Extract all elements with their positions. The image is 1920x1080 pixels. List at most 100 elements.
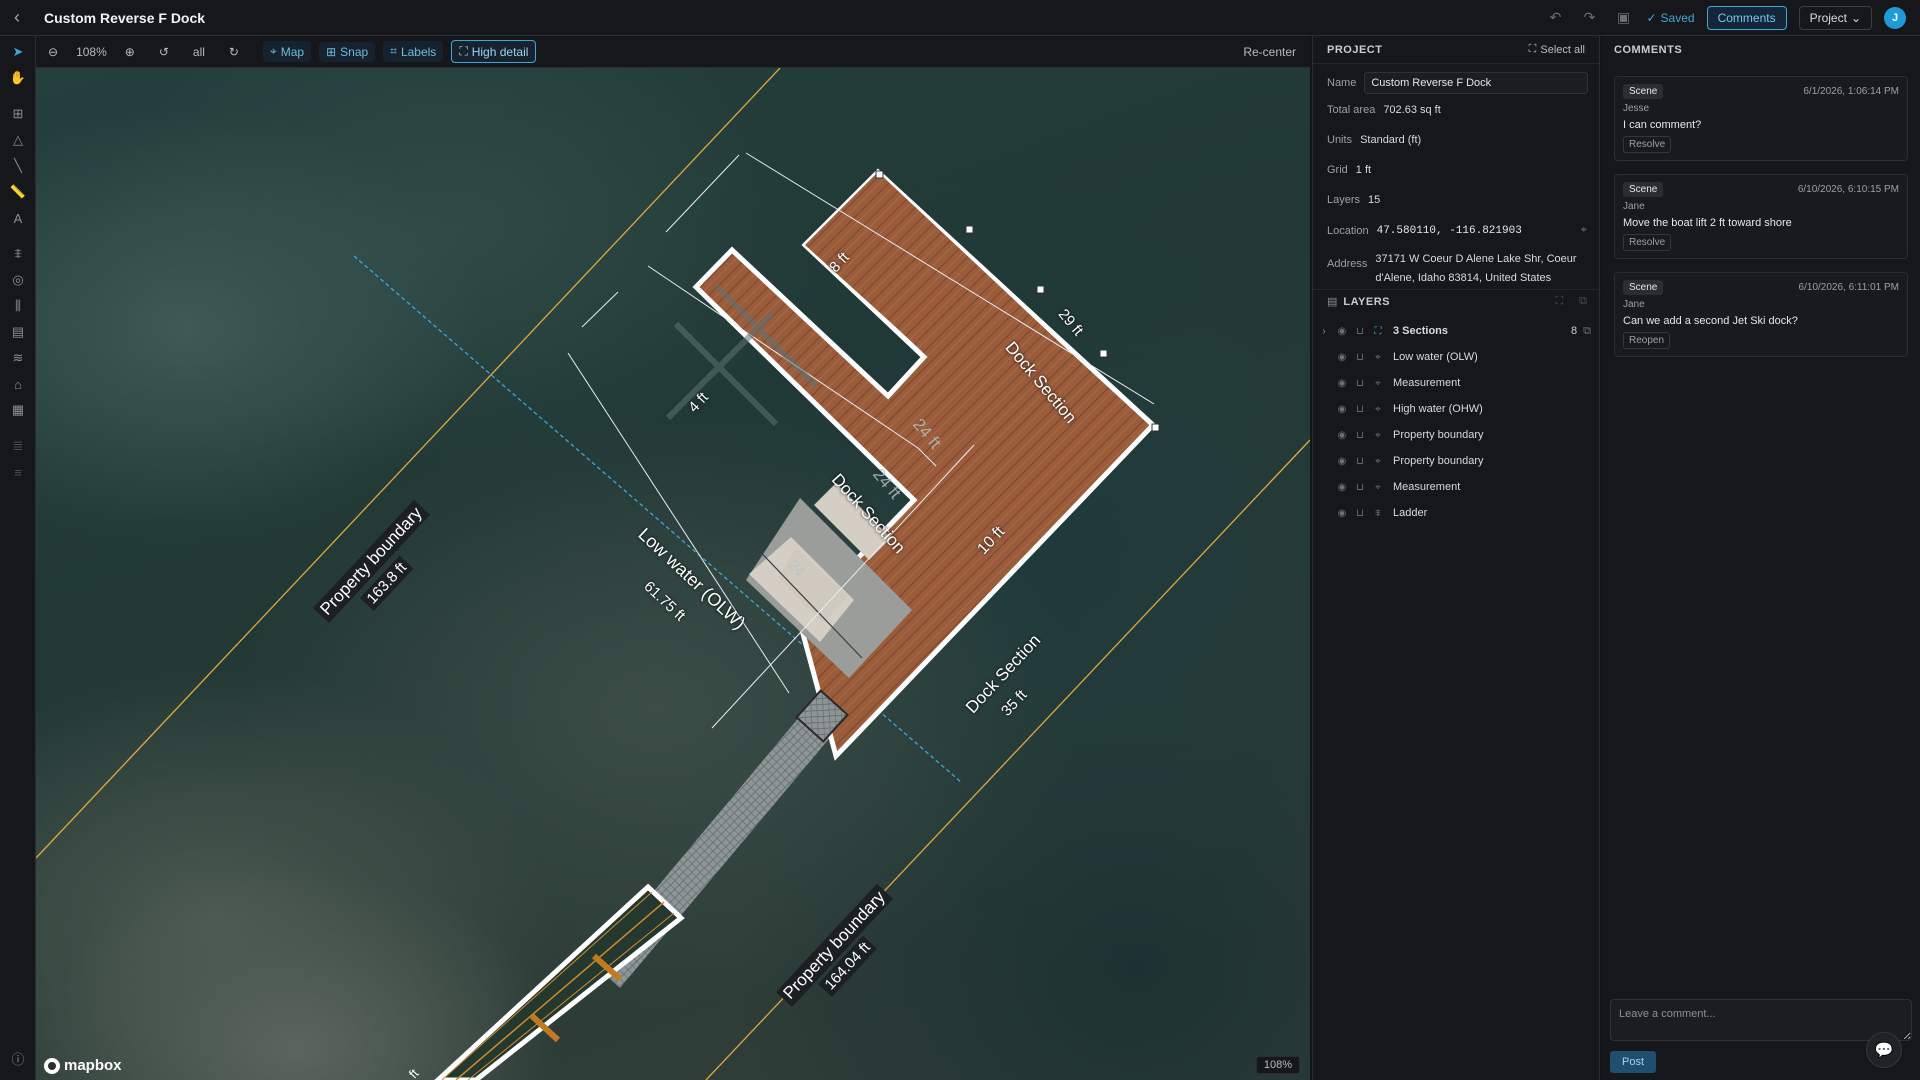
lock-icon[interactable]: ⊔ [1351,404,1369,415]
lock-icon[interactable]: ⊔ [1351,326,1369,337]
comment-text: I can comment? [1623,119,1702,131]
project-panel-header: PROJECT ⛶ Select all [1313,36,1599,64]
add-shape-icon[interactable]: ⊞ [8,104,28,124]
text-tool-icon[interactable]: A [8,208,28,228]
comment-card[interactable]: Scene 6/1/2026, 1:06:14 PM Jesse I can comm… [1614,76,1908,161]
layer-row[interactable]: ◉ ⊔ ⌖ Measurement [1313,370,1601,396]
project-title: Custom Reverse F Dock [44,9,206,26]
layer-group-row[interactable]: › ◉ ⊔ ⛶ 3 Sections 8 ⧉ [1313,318,1601,344]
group-options-icon[interactable]: ⧉ [1583,325,1601,338]
lock-icon[interactable]: ⊔ [1351,352,1369,363]
save-icon[interactable]: ▣ [1612,7,1634,29]
lock-icon[interactable]: ⊔ [1351,456,1369,467]
pin-icon: ⌖ [1375,403,1381,415]
layer-row[interactable]: ◉ ⊔ ⩨ Ladder [1313,500,1601,526]
comment-input[interactable] [1610,999,1912,1041]
map-canvas[interactable]: Dock Section 29 ft 8 ft Dock Section 4 f… [36,68,1310,1080]
top-bar: ‹ Custom Reverse F Dock ↶ ↷ ▣ ✓ Saved Co… [0,0,1920,36]
comment-author: Jesse [1623,103,1650,114]
scope-all[interactable]: all [193,45,205,59]
gangway[interactable] [434,883,685,1080]
comments-heading: COMMENTS [1614,44,1683,56]
layer-row[interactable]: ◉ ⊔ ⌖ High water (OHW) [1313,396,1601,422]
eye-icon[interactable]: ◉ [1333,378,1351,389]
eye-icon[interactable]: ◉ [1333,430,1351,441]
lock-icon[interactable]: ⊔ [1351,430,1369,441]
high-detail-toggle[interactable]: ⛶ High detail [451,40,537,63]
layer-ungroup-icon[interactable]: ⧉ [1579,295,1587,308]
pin-icon: ⌖ [1375,351,1381,363]
tag-icon: ⌗ [390,44,397,58]
map-toggle[interactable]: ⌖ Map [262,41,312,62]
mapbox-logo: mapbox [44,1057,122,1074]
info-icon[interactable]: ⓘ [8,1048,28,1068]
select-all-button[interactable]: ⛶ Select all [1529,43,1585,56]
eye-icon[interactable]: ◉ [1333,404,1351,415]
settings-lines-icon[interactable]: ≡ [8,462,28,482]
lock-icon[interactable]: ⊔ [1351,482,1369,493]
comment-date: 6/10/2026, 6:11:01 PM [1798,282,1899,293]
pin-icon: ⌖ [1375,429,1381,441]
dock-f-shape[interactable] [692,168,1157,761]
pin-icon: ⌖ [1375,377,1381,389]
sections-icon: ⛶ [1374,325,1382,337]
pan-hand-icon[interactable]: ✋ [8,68,28,88]
ladder-tool-icon[interactable]: ⩨ [8,244,28,264]
layer-row[interactable]: ◉ ⊔ ⌖ Property boundary [1313,448,1601,474]
name-input[interactable] [1364,72,1589,94]
pin-icon: ⌖ [1375,455,1381,467]
labels-toggle[interactable]: ⌗ Labels [383,41,444,62]
post-button[interactable]: Post [1610,1051,1657,1073]
layout-icon[interactable]: ▦ [8,400,28,420]
comment-action-button[interactable]: Reopen [1623,332,1671,349]
total-area-row: Total area 702.63 sq ft [1327,104,1441,116]
comment-card[interactable]: Scene 6/10/2026, 6:11:01 PM Jane Can we add… [1614,272,1908,357]
ladder-icon: ⩨ [1375,507,1381,519]
back-arrow-icon[interactable]: ‹ [14,7,34,28]
recenter-button[interactable]: Re-center [1243,45,1296,59]
target-icon[interactable]: ◎ [8,270,28,290]
layer-row[interactable]: ◉ ⊔ ⌖ Property boundary [1313,422,1601,448]
grid-icon[interactable]: ▤ [8,322,28,342]
lock-icon[interactable]: ⊔ [1351,378,1369,389]
comment-card[interactable]: Scene 6/10/2026, 6:10:15 PM Jane Move the b… [1614,174,1908,259]
rotate-right-icon[interactable]: ↻ [229,45,239,59]
comment-date: 6/1/2026, 1:06:14 PM [1803,86,1899,97]
redo-icon[interactable]: ↷ [1578,7,1600,29]
canvas-toolbar: ⊖ 108% ⊕ ↺ all ↻ ⌖ Map ⊞ Snap ⌗ Labels ⛶… [36,36,1310,68]
comments-button[interactable]: Comments [1706,5,1787,30]
eye-icon[interactable]: ◉ [1333,352,1351,363]
mapbox-mark-icon [44,1057,60,1074]
grid-row: Grid 1 ft [1327,164,1372,176]
chat-bubble-icon[interactable]: 💬 [1866,1032,1902,1068]
user-avatar[interactable]: J [1884,6,1906,29]
comment-action-button[interactable]: Resolve [1623,234,1672,251]
line-icon[interactable]: ╲ [8,156,28,176]
layer-row[interactable]: ◉ ⊔ ⌖ Measurement [1313,474,1601,500]
property-boundary-left[interactable] [36,68,781,859]
lock-icon[interactable]: ⊔ [1351,508,1369,519]
comment-action-button[interactable]: Resolve [1623,136,1672,153]
piling-icon[interactable]: ⫼ [8,296,28,316]
zoom-in-icon[interactable]: ⊕ [125,45,135,59]
water-level-icon[interactable]: ≋ [8,348,28,368]
eye-icon[interactable]: ◉ [1333,326,1351,337]
layers-stack-icon[interactable]: ≣ [8,436,28,456]
snap-toggle[interactable]: ⊞ Snap [319,41,376,62]
layer-group-icon[interactable]: ⛶ [1555,295,1563,308]
polygon-icon[interactable]: △ [8,130,28,150]
ruler-icon[interactable]: 📏 [8,182,28,202]
chevron-right-icon[interactable]: › [1315,326,1333,337]
undo-icon[interactable]: ↶ [1544,7,1566,29]
project-menu-button[interactable]: Project ⌄ [1798,5,1872,30]
eye-icon[interactable]: ◉ [1333,508,1351,519]
eye-icon[interactable]: ◉ [1333,456,1351,467]
eye-icon[interactable]: ◉ [1333,482,1351,493]
comment-tag: Scene [1623,84,1664,99]
location-pin-icon[interactable]: ⌖ [1581,224,1587,237]
layer-row[interactable]: ◉ ⊔ ⌖ Low water (OLW) [1313,344,1601,370]
select-tool-icon[interactable]: ➤ [8,42,28,62]
boat-lift-icon[interactable]: ⌂ [8,374,28,394]
zoom-out-icon[interactable]: ⊖ [48,45,58,59]
rotate-left-icon[interactable]: ↺ [159,45,169,59]
